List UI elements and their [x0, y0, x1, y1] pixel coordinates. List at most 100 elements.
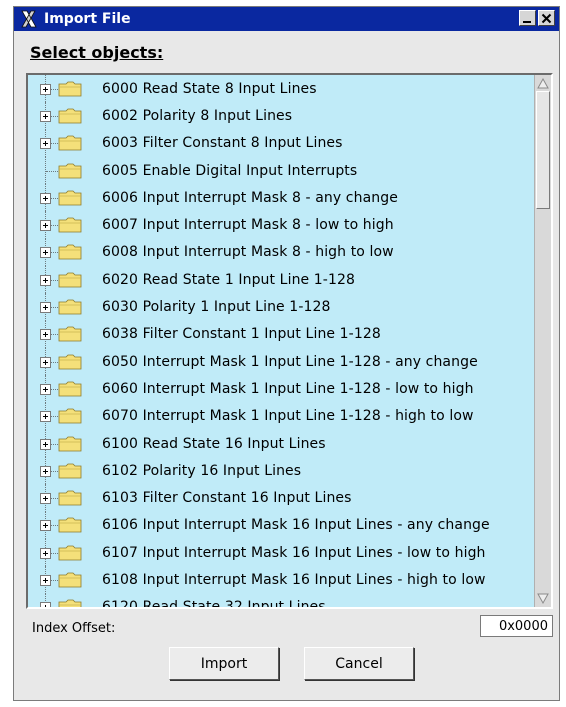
tree-row[interactable]: 6107 Input Interrupt Mask 16 Input Lines… — [28, 539, 533, 567]
expand-plus-icon[interactable] — [40, 438, 51, 450]
minimize-icon — [523, 20, 531, 23]
arrow-down-icon — [537, 593, 549, 605]
tree-row[interactable]: 6030 Polarity 1 Input Line 1-128 — [28, 293, 533, 321]
index-offset-input[interactable] — [480, 615, 553, 637]
expand-plus-icon[interactable] — [40, 83, 51, 95]
tree-item-label: 6000 Read State 8 Input Lines — [102, 80, 317, 97]
tree-row[interactable]: 6108 Input Interrupt Mask 16 Input Lines… — [28, 566, 533, 594]
expand-plus-icon[interactable] — [40, 220, 51, 232]
tree-item-label: 6103 Filter Constant 16 Input Lines — [102, 490, 352, 507]
object-tree-list[interactable]: 6000 Read State 8 Input Lines 6002 Polari… — [26, 73, 553, 609]
tree-item-label: 6038 Filter Constant 1 Input Line 1-128 — [102, 326, 381, 343]
tree-item-label: 6050 Interrupt Mask 1 Input Line 1-128 -… — [102, 353, 478, 370]
tree-item-label: 6003 Filter Constant 8 Input Lines — [102, 135, 343, 152]
expand-plus-icon[interactable] — [40, 547, 51, 559]
select-objects-heading: Select objects: — [30, 43, 164, 62]
folder-icon — [58, 381, 82, 397]
expand-plus-icon[interactable] — [40, 602, 51, 607]
tree-item-label: 6100 Read State 16 Input Lines — [102, 435, 326, 452]
tree-branch-line — [46, 607, 58, 608]
tree-row[interactable]: 6070 Interrupt Mask 1 Input Line 1-128 -… — [28, 402, 533, 430]
tree-item-label: 6070 Interrupt Mask 1 Input Line 1-128 -… — [102, 408, 474, 425]
x-logo-icon — [21, 10, 37, 28]
close-button[interactable] — [538, 10, 555, 26]
expand-plus-icon[interactable] — [40, 192, 51, 204]
expand-plus-icon[interactable] — [40, 411, 51, 423]
tree-row[interactable]: 6102 Polarity 16 Input Lines — [28, 457, 533, 485]
tree-row[interactable]: 6003 Filter Constant 8 Input Lines — [28, 129, 533, 157]
expand-plus-icon[interactable] — [40, 329, 51, 341]
folder-icon — [58, 354, 82, 370]
expand-plus-icon[interactable] — [40, 465, 51, 477]
import-button[interactable]: Import — [169, 647, 279, 680]
folder-icon — [58, 572, 82, 588]
minimize-button[interactable] — [519, 10, 536, 26]
folder-icon — [58, 545, 82, 561]
folder-icon — [58, 272, 82, 288]
title-bar[interactable]: Import File — [14, 7, 559, 31]
folder-icon — [58, 163, 82, 178]
vertical-scrollbar[interactable] — [534, 75, 551, 607]
scrollbar-thumb[interactable] — [536, 91, 550, 209]
scroll-up-arrow[interactable] — [536, 76, 550, 90]
expand-plus-icon[interactable] — [40, 356, 51, 368]
expand-plus-icon[interactable] — [40, 110, 51, 122]
tree-row[interactable]: 6000 Read State 8 Input Lines — [28, 75, 533, 103]
arrow-up-icon — [537, 77, 549, 89]
tree-item-label: 6120 Read State 32 Input Lines — [102, 599, 326, 609]
expand-plus-icon[interactable] — [40, 138, 51, 150]
tree-row[interactable]: 6006 Input Interrupt Mask 8 - any change — [28, 184, 533, 212]
expand-plus-icon[interactable] — [40, 383, 51, 395]
tree-item-label: 6020 Read State 1 Input Line 1-128 — [102, 271, 355, 288]
expand-plus-icon[interactable] — [40, 520, 51, 532]
expand-plus-icon[interactable] — [40, 302, 51, 314]
folder-icon — [58, 245, 82, 260]
tree-items: 6000 Read State 8 Input Lines 6002 Polari… — [28, 75, 533, 609]
tree-row[interactable]: 6002 Polarity 8 Input Lines — [28, 102, 533, 130]
tree-item-label: 6107 Input Interrupt Mask 16 Input Lines… — [102, 544, 486, 561]
tree-item-label: 6106 Input Interrupt Mask 16 Input Lines… — [102, 517, 490, 534]
folder-icon — [58, 599, 82, 607]
tree-item-label: 6006 Input Interrupt Mask 8 - any change — [102, 189, 398, 206]
tree-item-label: 6030 Polarity 1 Input Line 1-128 — [102, 299, 331, 316]
expand-plus-icon[interactable] — [40, 574, 51, 586]
tree-row[interactable]: 6120 Read State 32 Input Lines — [28, 593, 533, 609]
tree-row[interactable]: 6005 Enable Digital Input Interrupts — [28, 156, 533, 185]
tree-item-label: 6108 Input Interrupt Mask 16 Input Lines… — [102, 571, 486, 588]
folder-icon — [58, 217, 82, 233]
folder-icon — [58, 299, 82, 315]
tree-item-label: 6005 Enable Digital Input Interrupts — [102, 162, 358, 179]
tree-item-label: 6002 Polarity 8 Input Lines — [102, 107, 293, 124]
folder-icon — [58, 436, 82, 451]
expand-plus-icon[interactable] — [40, 247, 51, 259]
tree-row[interactable]: 6060 Interrupt Mask 1 Input Line 1-128 -… — [28, 375, 533, 403]
folder-icon — [58, 81, 82, 97]
tree-item-label: 6008 Input Interrupt Mask 8 - high to lo… — [102, 244, 394, 261]
close-icon — [541, 13, 552, 23]
index-offset-label: Index Offset: — [32, 621, 116, 636]
cancel-button[interactable]: Cancel — [304, 647, 414, 680]
tree-branch-line — [46, 170, 58, 172]
folder-icon — [58, 135, 82, 151]
window-title: Import File — [44, 11, 131, 27]
tree-row[interactable]: 6100 Read State 16 Input Lines — [28, 429, 533, 458]
tree-row[interactable]: 6007 Input Interrupt Mask 8 - low to hig… — [28, 211, 533, 239]
folder-icon — [58, 326, 82, 342]
folder-icon — [58, 408, 82, 424]
tree-row[interactable]: 6103 Filter Constant 16 Input Lines — [28, 484, 533, 512]
folder-icon — [58, 517, 82, 533]
import-file-dialog: Import File Select objects: 6000 Read St… — [13, 6, 560, 701]
tree-row[interactable]: 6008 Input Interrupt Mask 8 - high to lo… — [28, 238, 533, 267]
tree-row[interactable]: 6050 Interrupt Mask 1 Input Line 1-128 -… — [28, 347, 533, 376]
folder-icon — [58, 463, 82, 479]
expand-plus-icon[interactable] — [40, 493, 51, 505]
tree-item-label: 6102 Polarity 16 Input Lines — [102, 462, 302, 479]
tree-row[interactable]: 6106 Input Interrupt Mask 16 Input Lines… — [28, 511, 533, 540]
folder-icon — [58, 490, 82, 506]
tree-row[interactable]: 6020 Read State 1 Input Line 1-128 — [28, 266, 533, 294]
scroll-down-arrow[interactable] — [536, 592, 550, 606]
tree-item-label: 6007 Input Interrupt Mask 8 - low to hig… — [102, 217, 394, 234]
tree-row[interactable]: 6038 Filter Constant 1 Input Line 1-128 — [28, 320, 533, 348]
folder-icon — [58, 108, 82, 124]
expand-plus-icon[interactable] — [40, 274, 51, 286]
